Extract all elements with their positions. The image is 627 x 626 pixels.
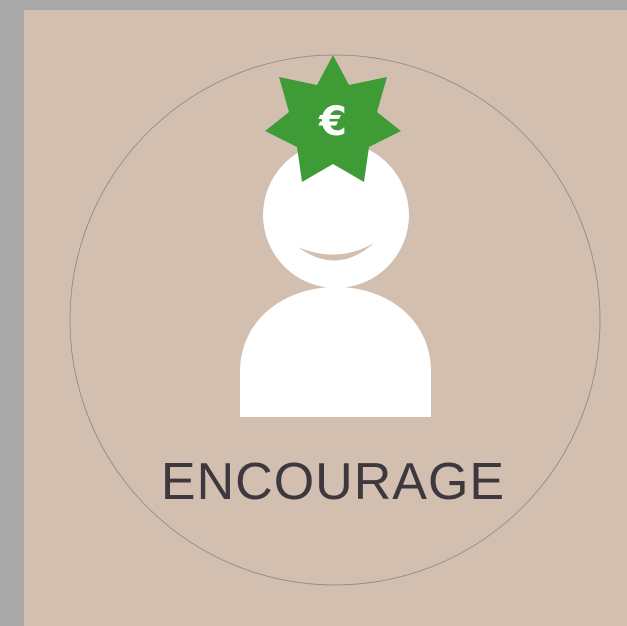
euro-symbol: € — [318, 99, 347, 145]
badge-canvas: € ENCOURAGE — [0, 0, 627, 626]
badge-label: ENCOURAGE — [161, 453, 505, 511]
badge-graphic: € ENCOURAGE — [0, 0, 627, 626]
